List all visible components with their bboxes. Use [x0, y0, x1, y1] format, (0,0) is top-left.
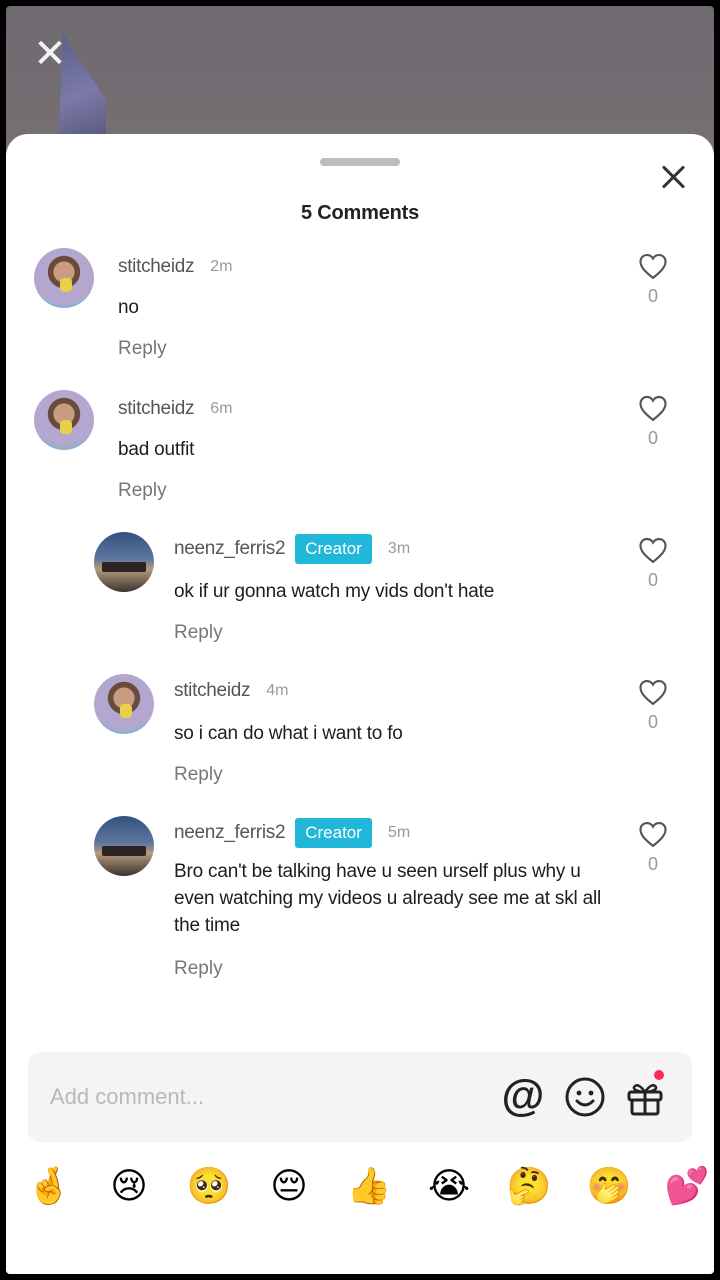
- comment-time: 3m: [387, 540, 411, 557]
- comment-composer: @: [28, 1052, 692, 1142]
- like-count: 0: [647, 712, 658, 732]
- reply-button[interactable]: Reply: [174, 958, 223, 980]
- gift-icon: [627, 1084, 663, 1116]
- like-count: 0: [647, 286, 658, 306]
- emoji-pensive[interactable]: 😔: [266, 1164, 312, 1210]
- emoji-fingers-crossed[interactable]: 🤞: [26, 1164, 72, 1210]
- emoji-thinking[interactable]: 🤔: [506, 1164, 552, 1210]
- like-button[interactable]: 0: [638, 536, 668, 591]
- like-count: 0: [647, 570, 658, 590]
- like-button[interactable]: 0: [638, 678, 668, 733]
- gift-icon[interactable]: [622, 1070, 668, 1120]
- avatar[interactable]: [34, 390, 94, 450]
- avatar[interactable]: [94, 674, 154, 734]
- emoji-icon[interactable]: [562, 1074, 608, 1120]
- comments-sheet: 5 Comments stitcheidz 2m no Reply 0 stit…: [6, 134, 714, 1274]
- heart-icon: [639, 821, 667, 848]
- reply-button[interactable]: Reply: [118, 338, 167, 360]
- avatar[interactable]: [94, 532, 154, 592]
- avatar[interactable]: [94, 816, 154, 876]
- comment-input[interactable]: [50, 1076, 470, 1118]
- comment-time: 2m: [210, 258, 233, 275]
- comment-time: 5m: [387, 824, 411, 841]
- comment-meta: neenz_ferris2 Creator 5m: [174, 818, 411, 848]
- comment-text: so i can do what i want to fo: [174, 723, 403, 744]
- emoji-two-hearts[interactable]: 💕: [664, 1164, 710, 1210]
- heart-icon: [639, 537, 667, 564]
- comment-time: 6m: [210, 400, 233, 417]
- like-button[interactable]: 0: [638, 252, 668, 307]
- username[interactable]: stitcheidz: [174, 680, 251, 702]
- creator-badge: Creator: [295, 534, 372, 564]
- like-count: 0: [647, 854, 658, 874]
- emoji-pleading[interactable]: 🥺: [186, 1164, 232, 1210]
- comment-list[interactable]: stitcheidz 2m no Reply 0 stitcheidz 6m b…: [6, 244, 714, 1034]
- drag-handle[interactable]: [320, 158, 400, 166]
- heart-icon: [639, 395, 667, 422]
- avatar[interactable]: [34, 248, 94, 308]
- comment-meta: stitcheidz 2m: [118, 254, 232, 280]
- emoji-sobbing[interactable]: 😭: [426, 1164, 472, 1210]
- like-button[interactable]: 0: [638, 394, 668, 449]
- at-icon[interactable]: @: [500, 1074, 546, 1120]
- comment-meta: neenz_ferris2 Creator 3m: [174, 534, 411, 564]
- notification-dot: [654, 1070, 664, 1080]
- emoji-hand-over-mouth[interactable]: 🤭: [586, 1164, 632, 1210]
- video-background: ✕ 5 Comments stitcheidz 2m no Reply 0 st…: [6, 6, 714, 1274]
- comment-text: no: [118, 297, 139, 318]
- comment-meta: stitcheidz 4m: [174, 678, 288, 704]
- comments-title: 5 Comments: [300, 202, 420, 224]
- username[interactable]: stitcheidz: [118, 398, 195, 420]
- username[interactable]: stitcheidz: [118, 256, 195, 278]
- creator-badge: Creator: [295, 818, 372, 848]
- emoji-thumbs-up[interactable]: 👍: [346, 1164, 392, 1210]
- comment-text: ok if ur gonna watch my vids don't hate: [174, 581, 495, 602]
- comment-text: Bro can't be talking have u seen urself …: [174, 861, 602, 936]
- like-count: 0: [647, 428, 658, 448]
- emoji-bar: 🤞 😢 🥺 😔 👍 😭 🤔 🤭 💕: [6, 1164, 714, 1210]
- like-button[interactable]: 0: [638, 820, 668, 875]
- close-icon[interactable]: [656, 160, 690, 194]
- comment-meta: stitcheidz 6m: [118, 396, 232, 422]
- comment-time: 4m: [266, 682, 289, 699]
- emoji-crying[interactable]: 😢: [106, 1164, 152, 1210]
- comment-text: bad outfit: [118, 439, 195, 460]
- reply-button[interactable]: Reply: [174, 764, 223, 786]
- heart-icon: [639, 679, 667, 706]
- username[interactable]: neenz_ferris2: [174, 822, 286, 844]
- heart-icon: [639, 253, 667, 280]
- username[interactable]: neenz_ferris2: [174, 538, 286, 560]
- reply-button[interactable]: Reply: [174, 622, 223, 644]
- reply-button[interactable]: Reply: [118, 480, 167, 502]
